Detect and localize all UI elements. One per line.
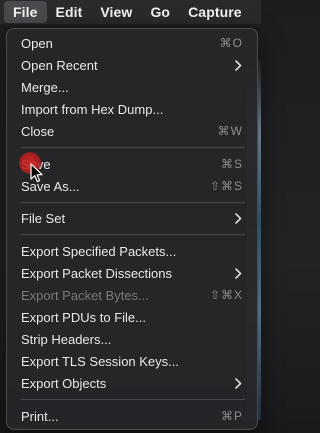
menu-separator xyxy=(21,202,245,203)
file-menu-dropdown: Open ⌘O Open Recent Merge... Import from… xyxy=(6,28,258,430)
menu-item-label: Export Packet Dissections xyxy=(21,265,173,281)
menu-item-label: Open Recent xyxy=(21,57,98,73)
menu-item-label: File Set xyxy=(21,210,66,226)
menu-item-save-as[interactable]: Save As... ⇧⌘S xyxy=(13,175,251,197)
menubar-capture[interactable]: Capture xyxy=(179,1,251,23)
menu-item-label: Merge... xyxy=(21,79,69,95)
menu-item-open[interactable]: Open ⌘O xyxy=(13,32,251,54)
menu-item-label: Import from Hex Dump... xyxy=(21,101,164,117)
menu-separator xyxy=(21,234,245,235)
menu-item-label: Export Specified Packets... xyxy=(21,243,177,259)
menu-item-export-dissections[interactable]: Export Packet Dissections xyxy=(13,262,251,284)
menu-item-label: Open xyxy=(21,35,53,51)
menu-item-export-specified[interactable]: Export Specified Packets... xyxy=(13,240,251,262)
menu-item-export-objects[interactable]: Export Objects xyxy=(13,372,251,394)
shortcut-label: ⇧⌘X xyxy=(209,288,243,302)
shortcut-label: ⌘O xyxy=(219,36,243,50)
menu-item-print[interactable]: Print... ⌘P xyxy=(13,405,251,427)
menu-item-save[interactable]: Save ⌘S xyxy=(13,153,251,175)
menu-item-label: Export Objects xyxy=(21,375,107,391)
menu-item-import-hex[interactable]: Import from Hex Dump... xyxy=(13,98,251,120)
mouse-cursor-icon xyxy=(30,163,43,183)
shortcut-label: ⇧⌘S xyxy=(209,179,243,193)
chevron-right-icon xyxy=(233,377,243,389)
menu-item-label: Export PDUs to File... xyxy=(21,309,146,325)
menu-item-close[interactable]: Close ⌘W xyxy=(13,120,251,142)
menu-item-export-pdus[interactable]: Export PDUs to File... xyxy=(13,306,251,328)
menubar-edit[interactable]: Edit xyxy=(47,1,92,23)
chevron-right-icon xyxy=(233,267,243,279)
menubar-view[interactable]: View xyxy=(91,1,141,23)
chevron-right-icon xyxy=(233,59,243,71)
menu-item-export-tls[interactable]: Export TLS Session Keys... xyxy=(13,350,251,372)
menu-item-label: Print... xyxy=(21,408,59,424)
menu-item-export-bytes: Export Packet Bytes... ⇧⌘X xyxy=(13,284,251,306)
menu-item-strip-headers[interactable]: Strip Headers... xyxy=(13,328,251,350)
menu-item-merge[interactable]: Merge... xyxy=(13,76,251,98)
menu-item-file-set[interactable]: File Set xyxy=(13,207,251,229)
menu-item-open-recent[interactable]: Open Recent xyxy=(13,54,251,76)
menu-item-label: Export Packet Bytes... xyxy=(21,287,149,303)
chevron-right-icon xyxy=(233,212,243,224)
menubar-file[interactable]: File xyxy=(4,1,47,23)
shortcut-label: ⌘W xyxy=(217,124,243,138)
menu-bar: File Edit View Go Capture xyxy=(0,0,261,24)
menu-item-label: Export TLS Session Keys... xyxy=(21,353,179,369)
menu-item-label: Close xyxy=(21,123,55,139)
menu-separator xyxy=(21,399,245,400)
shortcut-label: ⌘S xyxy=(220,157,243,171)
shortcut-label: ⌘P xyxy=(220,409,243,423)
menu-item-label: Strip Headers... xyxy=(21,331,112,347)
menubar-go[interactable]: Go xyxy=(141,1,179,23)
menu-separator xyxy=(21,147,245,148)
